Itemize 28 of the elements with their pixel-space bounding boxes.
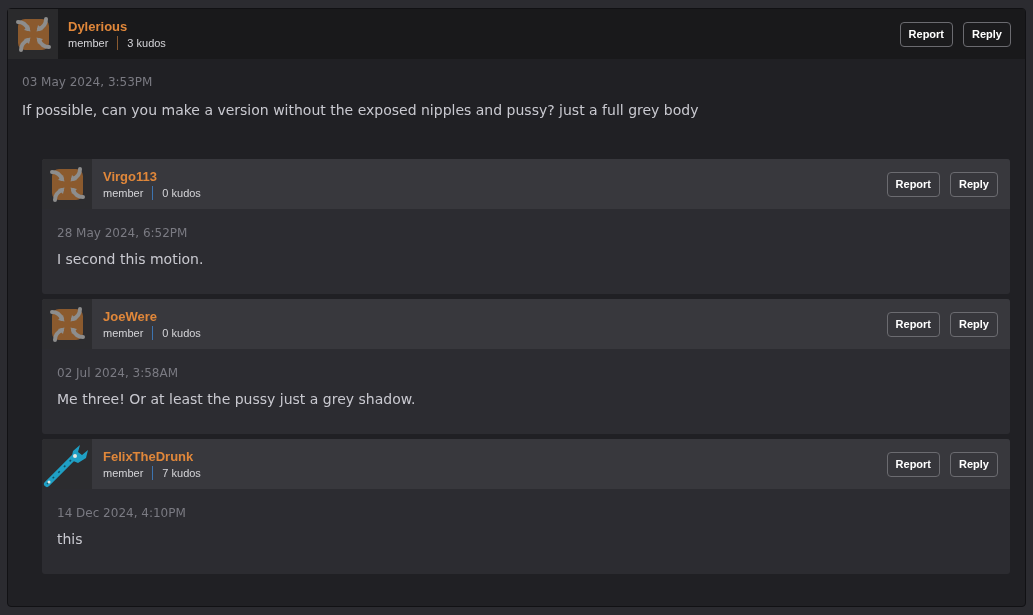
action-button[interactable]: Reply (963, 21, 1011, 47)
kudos-count: 0 kudos (162, 185, 201, 200)
reply-text: this (57, 530, 84, 548)
kudos-count: 3 kudos (127, 35, 166, 50)
kudos-count: 7 kudos (162, 465, 201, 480)
action-button[interactable]: Reply (950, 171, 998, 197)
user-role: member (103, 465, 144, 480)
username-link[interactable]: Dylerious (68, 18, 166, 35)
username-link[interactable]: JoeWere (103, 308, 201, 325)
action-button[interactable]: Report (886, 171, 941, 197)
action-button[interactable]: Report (886, 451, 941, 477)
username-link[interactable]: Virgo113 (103, 168, 201, 185)
reply-text: I second this motion. (57, 250, 205, 268)
action-button[interactable]: Report (886, 311, 941, 337)
username-link[interactable]: FelixTheDrunk (103, 448, 201, 465)
reply-date: 02 Jul 2024, 3:58AM (57, 365, 180, 381)
reply-date: 28 May 2024, 6:52PM (57, 225, 189, 241)
kudos-count: 0 kudos (162, 325, 201, 340)
reply-date: 14 Dec 2024, 4:10PM (57, 505, 187, 521)
user-role: member (103, 325, 144, 340)
action-button[interactable]: Reply (950, 311, 998, 337)
action-button[interactable]: Report (899, 21, 954, 47)
reply-text: Me three! Or at least the pussy just a grey shadow. (57, 390, 417, 408)
action-button[interactable]: Reply (950, 451, 998, 477)
post-text: If possible, can you make a version without the exposed nipples and pussy? just a full grey body (22, 101, 700, 119)
user-role: member (103, 185, 144, 200)
user-role: member (68, 35, 109, 50)
post-date: 03 May 2024, 3:53PM (22, 74, 154, 90)
